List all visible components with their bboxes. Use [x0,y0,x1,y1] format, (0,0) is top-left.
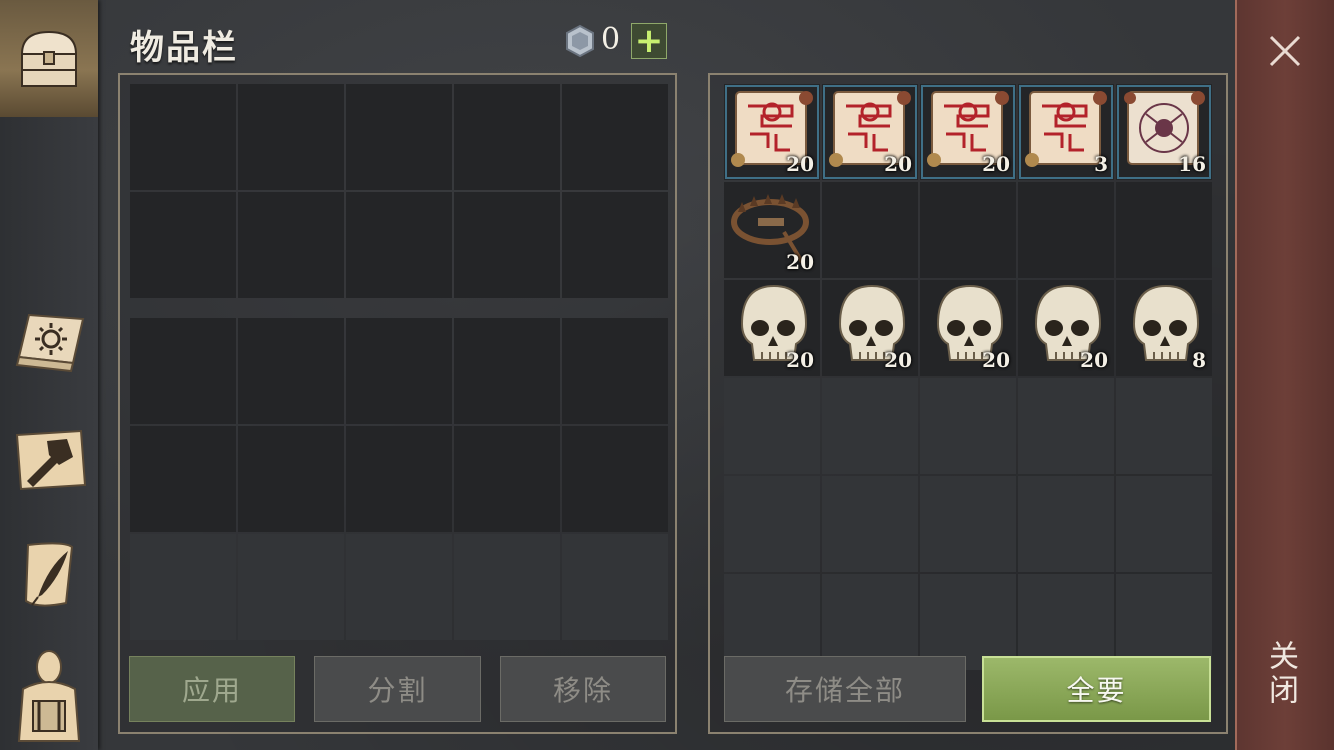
storage-slot[interactable]: 3 [1018,84,1114,180]
storage-slot[interactable]: 20 [724,84,820,180]
backpack-icon [9,645,89,745]
inventory-slot[interactable] [562,192,668,298]
storage-slot[interactable]: 20 [1018,280,1114,376]
storage-slot[interactable]: 16 [1116,84,1212,180]
remove-button[interactable]: 移除 [500,656,666,722]
inventory-slot[interactable] [130,84,236,190]
item-quantity: 20 [982,152,1010,176]
inventory-grid-top [130,84,668,298]
locked-slot [822,476,918,572]
item-quantity: 3 [1094,152,1108,176]
inventory-slot[interactable] [454,192,560,298]
inventory-slot[interactable] [346,84,452,190]
locked-slot [562,534,668,640]
inventory-slot[interactable] [130,426,236,532]
locked-slot [1018,378,1114,474]
item-quantity: 20 [884,348,912,372]
locked-slot [1018,476,1114,572]
locked-slot [724,476,820,572]
page-title: 物品栏 [130,28,238,68]
nav-journal[interactable] [0,295,98,385]
item-quantity: 20 [1080,348,1108,372]
inventory-slot[interactable] [130,318,236,424]
inventory-slot[interactable] [562,426,668,532]
inventory-slot[interactable] [238,426,344,532]
split-button[interactable]: 分割 [314,656,481,722]
inventory-slot[interactable] [346,318,452,424]
inventory-slot[interactable] [346,192,452,298]
nav-quests[interactable] [0,530,98,620]
take-all-button[interactable]: 全要 [982,656,1211,722]
nav-inventory[interactable] [0,0,98,117]
storage-slot[interactable] [1116,182,1212,278]
quill-scroll-icon [14,537,84,613]
inventory-slot[interactable] [454,84,560,190]
item-quantity: 20 [982,348,1010,372]
storage-slot[interactable]: 20 [724,182,820,278]
storage-slot[interactable]: 20 [822,84,918,180]
sun-book-icon [9,305,89,375]
inventory-slot[interactable] [562,318,668,424]
hammer-map-icon [9,425,89,495]
store-all-button[interactable]: 存储全部 [724,656,966,722]
inventory-slot[interactable] [562,84,668,190]
storage-slot[interactable] [920,182,1016,278]
inventory-slot[interactable] [130,192,236,298]
item-quantity: 20 [786,250,814,274]
item-quantity: 20 [884,152,912,176]
inventory-slot[interactable] [238,318,344,424]
side-nav [0,0,98,750]
inventory-slot[interactable] [346,426,452,532]
item-quantity: 20 [786,348,814,372]
locked-slot [822,378,918,474]
gem-icon [563,24,597,58]
storage-slot[interactable] [822,182,918,278]
chest-icon [14,24,84,94]
inventory-grid-bottom [130,318,668,640]
item-quantity: 8 [1192,348,1206,372]
locked-slot [1116,476,1212,572]
storage-slot[interactable] [1018,182,1114,278]
close-icon[interactable] [1266,32,1304,74]
inventory-slot[interactable] [238,84,344,190]
storage-slot[interactable]: 20 [920,280,1016,376]
locked-slot [130,534,236,640]
inventory-slot[interactable] [238,192,344,298]
inventory-slot[interactable] [454,426,560,532]
nav-crafting[interactable] [0,415,98,505]
nav-equipment[interactable] [0,640,98,750]
locked-slot [238,534,344,640]
item-quantity: 16 [1178,152,1206,176]
storage-slot[interactable]: 20 [920,84,1016,180]
inventory-slot[interactable] [454,318,560,424]
storage-slot[interactable]: 20 [724,280,820,376]
add-currency-button[interactable]: + [631,23,667,59]
apply-button[interactable]: 应用 [129,656,295,722]
close-label[interactable]: 关闭 [1262,640,1302,708]
locked-slot [724,378,820,474]
locked-slot [454,534,560,640]
storage-slot[interactable]: 8 [1116,280,1212,376]
storage-grid: 20 20 20 3 16 20 20 20 20 20 8 [724,84,1212,670]
close-panel[interactable] [1235,0,1334,750]
locked-slot [1116,378,1212,474]
locked-slot [920,476,1016,572]
locked-slot [920,378,1016,474]
locked-slot [346,534,452,640]
storage-slot[interactable]: 20 [822,280,918,376]
currency-count: 0 [601,22,621,57]
item-quantity: 20 [786,152,814,176]
